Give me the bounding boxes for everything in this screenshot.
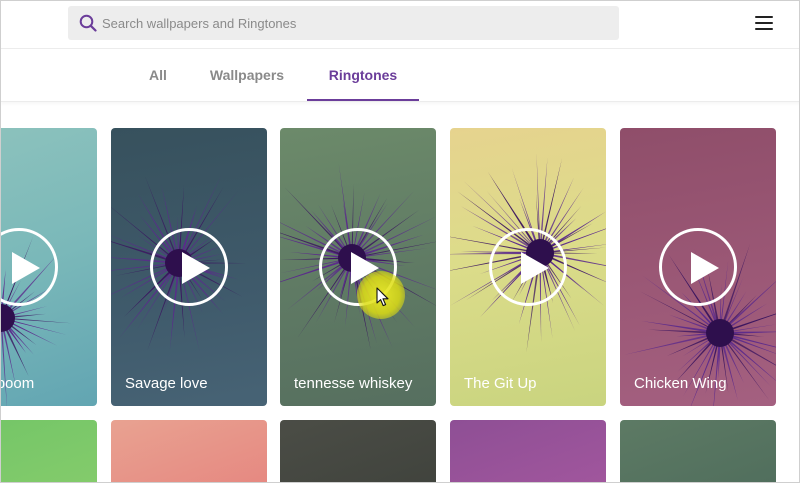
play-button[interactable] [150,228,228,306]
ringtone-card[interactable] [450,420,606,482]
play-button[interactable] [659,228,737,306]
card-title: tennesse whiskey [294,375,413,392]
ringtone-card[interactable]: The Git Up [450,128,606,406]
play-icon [12,252,40,284]
tab-ringtones[interactable]: Ringtones [307,50,419,101]
card-title: The Git Up [464,375,537,392]
play-icon [182,252,210,284]
burst-core [706,319,734,347]
category-tabs: All Wallpapers Ringtones [1,50,799,102]
ringtone-card[interactable]: tennesse whiskey [280,128,436,406]
play-button[interactable] [489,228,567,306]
search-icon[interactable] [79,14,97,32]
card-title: Chicken Wing [634,375,727,392]
ringtone-card[interactable] [111,420,267,482]
ringtone-card[interactable] [620,420,776,482]
burst-spike [624,333,720,355]
search-input[interactable] [102,6,602,40]
hamburger-menu-icon[interactable] [755,15,775,31]
search-bar[interactable] [68,6,619,40]
card-title: Savage love [125,375,208,392]
play-icon [691,252,719,284]
top-bar [1,1,799,49]
ringtone-card[interactable]: Chicken Wing [620,128,776,406]
play-icon [521,252,549,284]
app-window: All Wallpapers Ringtones boom boom Savag… [0,0,800,483]
tab-wallpapers[interactable]: Wallpapers [201,50,293,101]
tab-all[interactable]: All [141,50,175,101]
ringtone-card[interactable] [1,420,97,482]
ringtone-card[interactable]: Savage love [111,128,267,406]
mouse-cursor-icon [376,287,389,307]
ringtone-card[interactable]: boom boom [1,128,97,406]
card-title: boom boom [1,375,35,392]
ringtone-card[interactable] [280,420,436,482]
